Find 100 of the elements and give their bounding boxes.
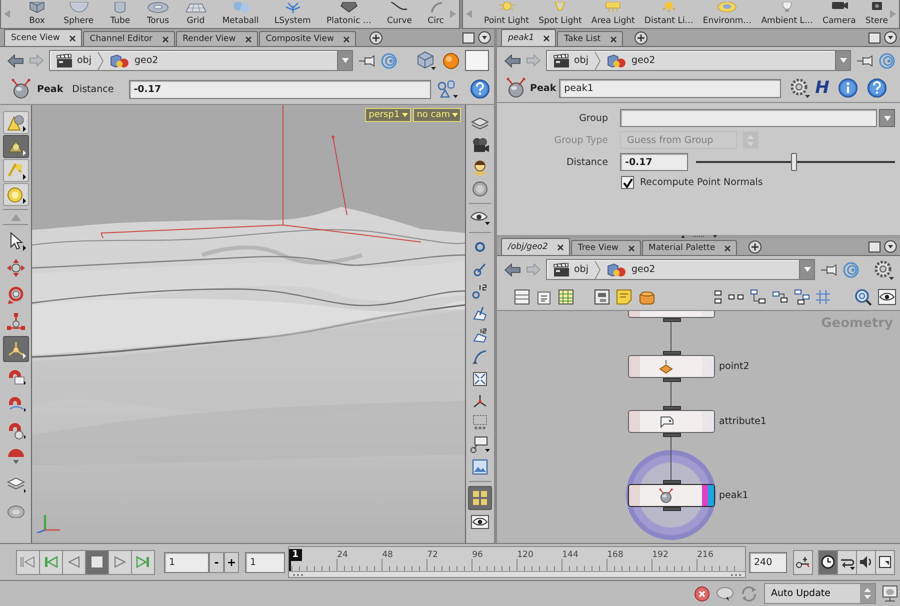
layout-horizontal-icon[interactable]: [728, 292, 744, 300]
pin-icon[interactable]: [358, 54, 376, 68]
handle-shapes-icon[interactable]: [436, 79, 458, 99]
layout-diagonal-icon[interactable]: [750, 288, 766, 304]
path-crumb[interactable]: geo2: [605, 54, 658, 68]
path-field[interactable]: obj geo2: [546, 259, 815, 280]
sticky-note-icon[interactable]: [616, 288, 632, 304]
range-handle-icon[interactable]: [291, 572, 305, 576]
input-connector[interactable]: [662, 406, 680, 410]
output-connector[interactable]: [662, 433, 680, 437]
shelf-tool[interactable]: Environm…: [702, 2, 752, 26]
shelf-tool[interactable]: Sphere: [64, 2, 94, 26]
shelf-tool[interactable]: Tube: [109, 2, 132, 26]
cancel-icon[interactable]: [694, 586, 710, 602]
menu-button[interactable]: [879, 109, 895, 127]
close-icon[interactable]: [68, 34, 76, 42]
pane-tab[interactable]: Take List: [557, 31, 623, 46]
camera-menu[interactable]: persp1: [364, 108, 411, 122]
pane-menu-icon[interactable]: [884, 31, 897, 44]
close-icon[interactable]: [162, 36, 169, 42]
spreadsheet-icon[interactable]: [558, 288, 574, 304]
pane-tab[interactable]: Composite View: [258, 31, 356, 46]
viewport-tool[interactable]: [2, 135, 28, 158]
path-crumb[interactable]: geo2: [605, 262, 658, 276]
shelf-tool[interactable]: Camera: [822, 2, 856, 26]
help-icon[interactable]: [470, 79, 490, 99]
pane-menu-icon[interactable]: [478, 31, 491, 44]
maximize-icon[interactable]: [868, 240, 881, 252]
distance-field[interactable]: -0.17: [128, 80, 431, 98]
option-button[interactable]: [793, 550, 813, 574]
shelf-tool[interactable]: Area Light: [591, 2, 635, 26]
start-frame-field[interactable]: 1: [245, 552, 285, 572]
path-crumb[interactable]: obj: [551, 54, 590, 68]
layout-step-icon[interactable]: [772, 288, 788, 304]
shelf-tool[interactable]: Stere: [865, 2, 888, 26]
close-icon[interactable]: [342, 36, 350, 42]
step-button[interactable]: -: [209, 552, 224, 572]
close-icon[interactable]: [628, 244, 635, 252]
maximize-icon[interactable]: [462, 32, 475, 44]
close-icon[interactable]: [543, 34, 550, 42]
current-frame-marker[interactable]: 1: [289, 549, 302, 561]
pot-icon[interactable]: [638, 288, 656, 304]
close-icon[interactable]: [556, 244, 564, 250]
eye-icon[interactable]: [878, 288, 896, 304]
input-connector[interactable]: [662, 480, 680, 484]
output-connector[interactable]: [662, 318, 680, 322]
shelf-tool[interactable]: Spot Light: [538, 2, 582, 26]
shelf-tool[interactable]: Ambient L…: [761, 2, 813, 26]
maximize-icon[interactable]: [868, 32, 881, 44]
pane-tab[interactable]: Channel Editor: [82, 31, 175, 46]
close-icon[interactable]: [610, 36, 617, 42]
back-arrow-icon[interactable]: [7, 54, 24, 68]
shelf-tool[interactable]: Distant Li…: [644, 2, 694, 26]
slider-thumb[interactable]: [790, 153, 797, 171]
shelf-tool[interactable]: Grid: [184, 2, 207, 26]
pane-tab[interactable]: Material Palette: [642, 240, 738, 255]
node-name-field[interactable]: peak1: [559, 78, 782, 98]
path-crumb[interactable]: obj: [54, 54, 94, 68]
path-menu-button[interactable]: [835, 51, 850, 70]
shelf-tool[interactable]: Torus: [146, 2, 170, 26]
update-mode-menu[interactable]: Auto Update: [764, 583, 876, 604]
add-tab-icon[interactable]: [634, 30, 648, 44]
display-options-button[interactable]: [465, 50, 489, 71]
option-button[interactable]: [837, 550, 857, 574]
pin-icon[interactable]: [856, 54, 874, 68]
close-icon[interactable]: [244, 36, 252, 42]
info-icon[interactable]: [838, 78, 858, 98]
cube-icon[interactable]: [415, 50, 437, 70]
add-tab-icon[interactable]: [748, 240, 762, 254]
path-menu-button[interactable]: [799, 260, 814, 279]
asset-menu-button[interactable]: H: [814, 80, 830, 96]
shelf-tool[interactable]: LSystem: [274, 2, 311, 26]
path-menu-button[interactable]: [337, 51, 352, 70]
display-tool[interactable]: [468, 512, 492, 532]
shelf-tool[interactable]: Point Light: [484, 2, 530, 26]
desktop-icon[interactable]: [882, 584, 898, 602]
range-handle-icon[interactable]: [729, 572, 743, 576]
gear-icon[interactable]: [873, 258, 895, 280]
path-field[interactable]: obj geo2: [546, 50, 851, 71]
timeline-ruler[interactable]: 1 24 48 72 96 120 144 168 192 216: [288, 546, 746, 578]
sphere-icon[interactable]: [442, 52, 460, 70]
output-connector[interactable]: [662, 507, 680, 511]
display-tool[interactable]: [468, 435, 492, 455]
shelf-tool[interactable]: Circ: [428, 2, 444, 26]
playback-button[interactable]: [62, 550, 86, 574]
add-tab-icon[interactable]: [368, 30, 383, 44]
viewport-tool[interactable]: [2, 336, 28, 362]
value-field[interactable]: -0.17: [620, 153, 688, 171]
checkbox[interactable]: [621, 176, 634, 189]
layout-tree-icon[interactable]: [794, 288, 810, 304]
path-crumb[interactable]: geo2: [108, 54, 160, 68]
parameter-sheet-icon[interactable]: [536, 288, 552, 304]
path-field[interactable]: obj geo2: [49, 50, 353, 71]
pane-tab[interactable]: Tree View: [570, 240, 641, 255]
layout-vertical-icon[interactable]: [714, 288, 722, 304]
step-button[interactable]: +: [224, 552, 239, 572]
input-connector[interactable]: [662, 351, 680, 355]
frame-field[interactable]: 1: [164, 552, 209, 572]
gear-icon[interactable]: [789, 77, 812, 99]
pane-tab[interactable]: peak1: [501, 29, 556, 46]
